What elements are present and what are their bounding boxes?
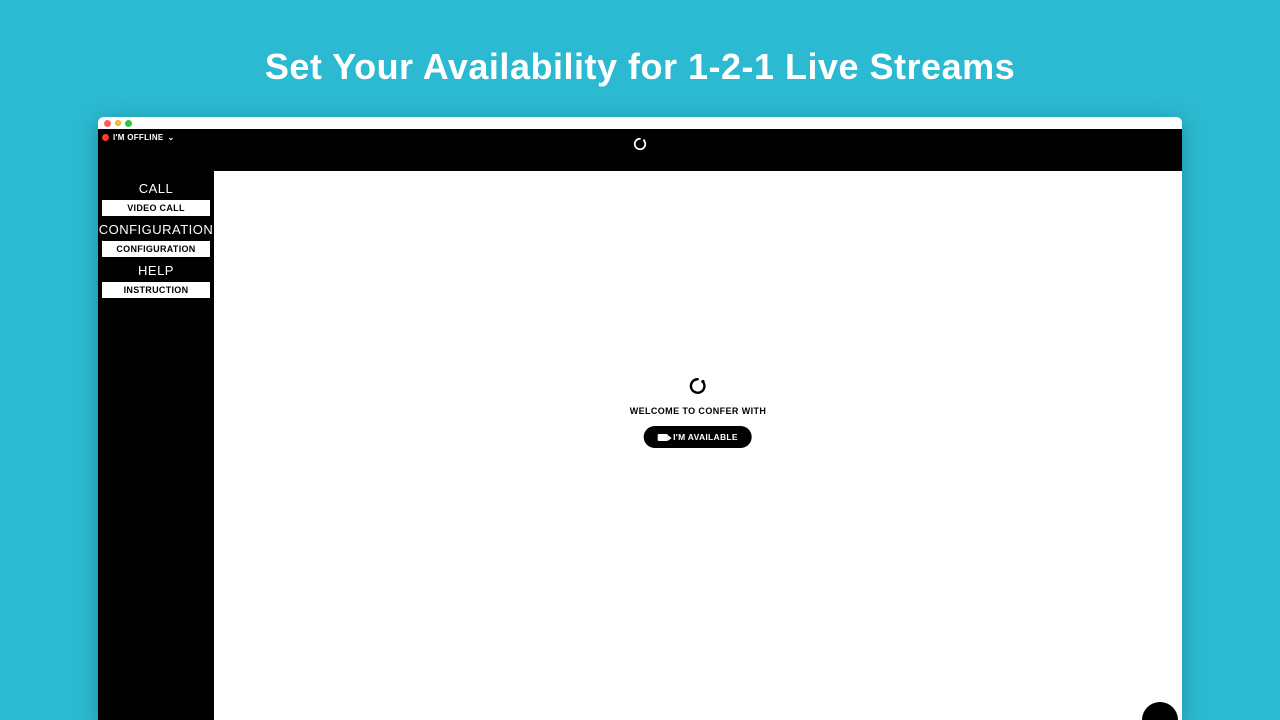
app-header: I'M OFFLINE ⌄ bbox=[98, 129, 1182, 171]
status-label: I'M OFFLINE bbox=[113, 133, 164, 142]
app-chrome: I'M OFFLINE ⌄ CALL VIDEO CALL CONFIGURAT… bbox=[98, 129, 1182, 720]
welcome-block: WELCOME TO CONFER WITH I'M AVAILABLE bbox=[630, 377, 767, 448]
im-available-label: I'M AVAILABLE bbox=[673, 432, 738, 442]
camera-icon bbox=[658, 434, 668, 441]
welcome-logo-icon bbox=[689, 377, 707, 400]
chevron-down-icon: ⌄ bbox=[168, 133, 175, 142]
sidebar-heading-help: HELP bbox=[98, 259, 214, 280]
close-window-icon[interactable] bbox=[104, 120, 111, 127]
sidebar-heading-configuration: CONFIGURATION bbox=[98, 218, 214, 239]
content-area: WELCOME TO CONFER WITH I'M AVAILABLE bbox=[214, 171, 1182, 720]
sidebar-item-instruction[interactable]: INSTRUCTION bbox=[102, 282, 210, 298]
app-body: CALL VIDEO CALL CONFIGURATION CONFIGURAT… bbox=[98, 171, 1182, 720]
app-window: I'M OFFLINE ⌄ CALL VIDEO CALL CONFIGURAT… bbox=[98, 117, 1182, 720]
welcome-text: WELCOME TO CONFER WITH bbox=[630, 406, 767, 416]
im-available-button[interactable]: I'M AVAILABLE bbox=[644, 426, 752, 448]
mac-titlebar bbox=[98, 117, 1182, 129]
sidebar-item-video-call[interactable]: VIDEO CALL bbox=[102, 200, 210, 216]
sidebar-heading-call: CALL bbox=[98, 177, 214, 198]
sidebar-item-configuration[interactable]: CONFIGURATION bbox=[102, 241, 210, 257]
sidebar: CALL VIDEO CALL CONFIGURATION CONFIGURAT… bbox=[98, 171, 214, 720]
minimize-window-icon[interactable] bbox=[115, 120, 121, 126]
brand-logo-icon bbox=[633, 137, 647, 156]
status-toggle[interactable]: I'M OFFLINE ⌄ bbox=[102, 133, 175, 142]
status-dot-icon bbox=[102, 134, 109, 141]
page-title: Set Your Availability for 1-2-1 Live Str… bbox=[0, 0, 1280, 88]
maximize-window-icon[interactable] bbox=[125, 120, 132, 127]
chat-fab[interactable] bbox=[1142, 702, 1178, 720]
